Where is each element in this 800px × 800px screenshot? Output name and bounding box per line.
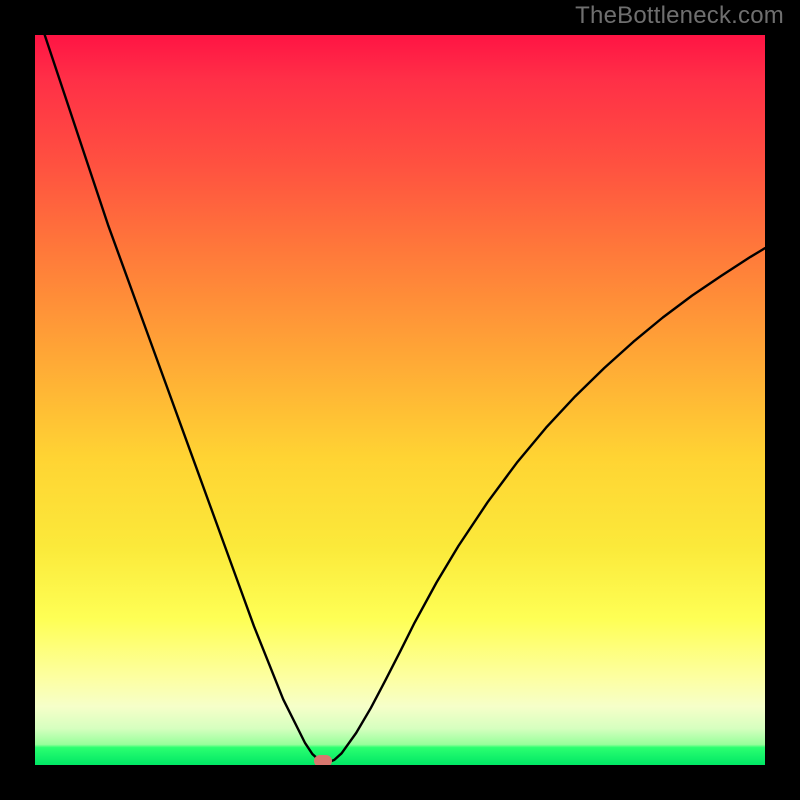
watermark-text: TheBottleneck.com xyxy=(575,2,784,30)
chart-container: TheBottleneck.com xyxy=(0,0,800,800)
optimal-marker xyxy=(314,755,332,765)
plot-area xyxy=(35,35,765,765)
bottleneck-curve xyxy=(35,35,765,765)
